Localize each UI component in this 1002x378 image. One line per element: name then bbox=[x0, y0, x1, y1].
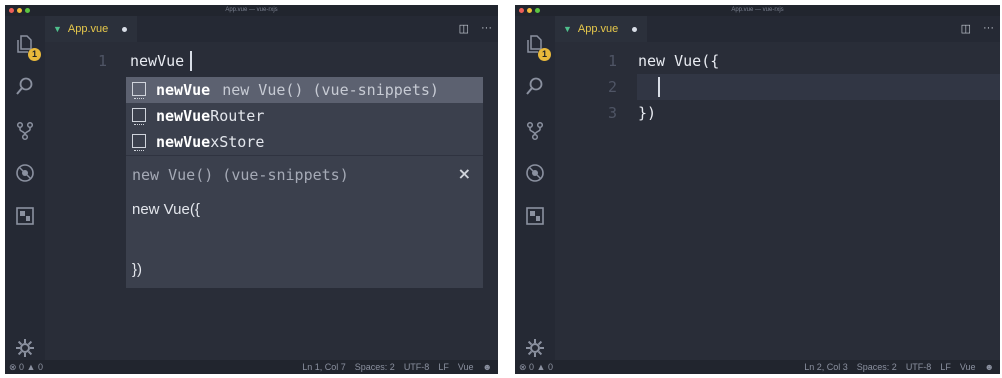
problems-indicator[interactable]: ⊗ 0 ▲ 0 bbox=[519, 360, 553, 374]
more-actions-icon[interactable]: ··· bbox=[481, 22, 492, 35]
maximize-window-button[interactable] bbox=[25, 8, 30, 13]
suggestion-item-selected[interactable]: newVue new Vue() (vue-snippets) bbox=[126, 77, 483, 103]
suggestion-item[interactable]: newVueRouter bbox=[126, 103, 483, 129]
line-text: new Vue({ bbox=[638, 52, 720, 70]
suggestion-detail: new Vue() (vue-snippets) bbox=[222, 81, 439, 99]
suggestion-match: newVue bbox=[156, 133, 211, 151]
suggestion-match: newVue bbox=[156, 81, 211, 99]
window-controls bbox=[9, 8, 30, 13]
title-bar: App.vue — vue-rxjs bbox=[515, 5, 1000, 16]
title-bar: App.vue — vue-rxjs bbox=[5, 5, 498, 16]
status-bar: ⊗ 0 ▲ 0 Ln 1, Col 7 Spaces: 2 UTF-8 LF V… bbox=[5, 360, 498, 374]
code-line: 1 new Vue({ bbox=[555, 48, 1000, 74]
problems-indicator[interactable]: ⊗ 0 ▲ 0 bbox=[9, 360, 43, 374]
source-control-icon[interactable] bbox=[525, 121, 545, 141]
feedback-smiley-icon[interactable]: ☻ bbox=[483, 360, 492, 374]
cursor-position[interactable]: Ln 2, Col 3 bbox=[804, 360, 848, 374]
cursor-position[interactable]: Ln 1, Col 7 bbox=[302, 360, 346, 374]
feedback-smiley-icon[interactable]: ☻ bbox=[985, 360, 994, 374]
maximize-window-button[interactable] bbox=[535, 8, 540, 13]
editor-window-left: App.vue — vue-rxjs 1 ▼ App.vue ◫ ··· 1 n… bbox=[5, 5, 498, 374]
split-editor-icon[interactable]: ◫ bbox=[459, 22, 469, 35]
line-number: 1 bbox=[97, 52, 107, 70]
status-bar: ⊗ 0 ▲ 0 Ln 2, Col 3 Spaces: 2 UTF-8 LF V… bbox=[515, 360, 1000, 374]
code-editor[interactable]: 1 new Vue({ 2 3 }) bbox=[555, 42, 1000, 360]
suggestion-rest: Router bbox=[210, 107, 265, 125]
line-number: 3 bbox=[607, 104, 617, 122]
tab-app-vue[interactable]: ▼ App.vue bbox=[555, 16, 648, 42]
source-control-icon[interactable] bbox=[15, 121, 35, 141]
activity-bar: 1 bbox=[5, 16, 45, 360]
tab-bar: ▼ App.vue ◫ ··· bbox=[45, 16, 498, 42]
search-icon[interactable] bbox=[525, 76, 545, 96]
status-right: Ln 2, Col 3 Spaces: 2 UTF-8 LF Vue ☻ bbox=[804, 360, 994, 374]
tab-label: App.vue bbox=[67, 23, 109, 35]
explorer-badge: 1 bbox=[538, 48, 551, 61]
divider bbox=[498, 0, 515, 378]
language-mode[interactable]: Vue bbox=[458, 360, 474, 374]
debug-icon[interactable] bbox=[15, 163, 35, 183]
code-line-current: 2 bbox=[608, 74, 1000, 100]
snippet-icon bbox=[132, 82, 146, 99]
settings-gear-icon[interactable] bbox=[525, 338, 545, 358]
search-icon[interactable] bbox=[15, 76, 35, 96]
snippet-icon bbox=[132, 134, 146, 151]
text-cursor bbox=[190, 51, 192, 71]
editor-window-right: App.vue — vue-rxjs 1 ▼ App.vue ◫ ··· 1 n… bbox=[515, 5, 1000, 374]
suggestion-doc-body: new Vue({ }) bbox=[132, 201, 200, 278]
unsaved-dot-icon[interactable] bbox=[122, 26, 128, 32]
encoding-setting[interactable]: UTF-8 bbox=[404, 360, 430, 374]
code-line: 3 }) bbox=[555, 100, 1000, 126]
suggestion-details: new Vue() (vue-snippets) × new Vue({ }) bbox=[126, 155, 483, 288]
line-number: 2 bbox=[607, 78, 617, 96]
minimize-window-button[interactable] bbox=[17, 8, 22, 13]
code-line: 1 newVue bbox=[45, 48, 498, 74]
suggestion-doc-title: new Vue() (vue-snippets) bbox=[132, 166, 349, 184]
minimize-window-button[interactable] bbox=[527, 8, 532, 13]
status-right: Ln 1, Col 7 Spaces: 2 UTF-8 LF Vue ☻ bbox=[302, 360, 492, 374]
close-window-button[interactable] bbox=[9, 8, 14, 13]
line-number: 1 bbox=[607, 52, 617, 70]
split-editor-icon[interactable]: ◫ bbox=[961, 22, 971, 35]
suggestion-widget: newVue new Vue() (vue-snippets) newVueRou… bbox=[126, 77, 483, 288]
snippet-icon bbox=[132, 108, 146, 125]
window-title: App.vue — vue-rxjs bbox=[225, 7, 278, 13]
editor-actions: ◫ ··· bbox=[961, 22, 994, 35]
extensions-icon[interactable] bbox=[15, 206, 35, 226]
eol-setting[interactable]: LF bbox=[940, 360, 951, 374]
vue-logo-icon: ▼ bbox=[563, 24, 572, 34]
close-window-button[interactable] bbox=[519, 8, 524, 13]
tab-bar: ▼ App.vue ◫ ··· bbox=[555, 16, 1000, 42]
tab-app-vue[interactable]: ▼ App.vue bbox=[45, 16, 138, 42]
text-cursor bbox=[658, 77, 660, 97]
settings-gear-icon[interactable] bbox=[15, 338, 35, 358]
window-controls bbox=[519, 8, 540, 13]
more-actions-icon[interactable]: ··· bbox=[983, 22, 994, 35]
vue-logo-icon: ▼ bbox=[53, 24, 62, 34]
editor-actions: ◫ ··· bbox=[459, 22, 492, 35]
line-text: }) bbox=[638, 104, 657, 122]
explorer-badge: 1 bbox=[28, 48, 41, 61]
suggestion-rest: xStore bbox=[210, 133, 265, 151]
language-mode[interactable]: Vue bbox=[960, 360, 976, 374]
encoding-setting[interactable]: UTF-8 bbox=[906, 360, 932, 374]
activity-bar: 1 bbox=[515, 16, 555, 360]
close-details-icon[interactable]: × bbox=[458, 164, 471, 183]
extensions-icon[interactable] bbox=[525, 206, 545, 226]
indentation-setting[interactable]: Spaces: 2 bbox=[857, 360, 897, 374]
unsaved-dot-icon[interactable] bbox=[632, 26, 638, 32]
suggestion-match: newVue bbox=[156, 107, 211, 125]
tab-label: App.vue bbox=[577, 23, 619, 35]
eol-setting[interactable]: LF bbox=[438, 360, 449, 374]
window-title: App.vue — vue-rxjs bbox=[731, 7, 784, 13]
line-text: newVue bbox=[130, 52, 185, 70]
indentation-setting[interactable]: Spaces: 2 bbox=[355, 360, 395, 374]
debug-icon[interactable] bbox=[525, 163, 545, 183]
suggestion-item[interactable]: newVuexStore bbox=[126, 129, 483, 155]
